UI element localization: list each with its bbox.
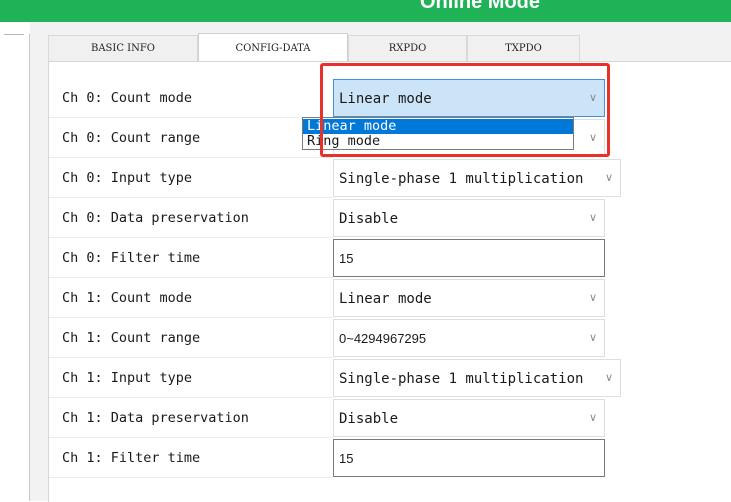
tab-basic-info[interactable]: BASIC INFO [48, 35, 198, 61]
select-value: Disable [339, 211, 399, 227]
config-row-ch0-count-mode: Ch 0: Count mode Linear mode ∨ [49, 78, 731, 118]
config-row-ch1-input-type: Ch 1: Input type Single-phase 1 multipli… [49, 358, 731, 398]
config-row-ch1-data-preservation: Ch 1: Data preservation Disable ∨ [49, 398, 731, 438]
left-strip [0, 22, 30, 501]
chevron-down-icon: ∨ [588, 211, 598, 224]
ch1-input-type-select[interactable]: Single-phase 1 multiplication ∨ [333, 359, 621, 397]
ch1-count-range-select[interactable]: 0~4294967295 ∨ [333, 319, 605, 357]
chevron-down-icon: ∨ [588, 291, 598, 304]
select-value: 0~4294967295 [339, 331, 427, 346]
row-label: Ch 0: Data preservation [62, 210, 249, 226]
row-label: Ch 0: Count range [62, 130, 201, 146]
divider [4, 34, 24, 35]
dropdown-option-linear-mode[interactable]: Linear mode [303, 119, 573, 134]
tab-bar: BASIC INFO CONFIG-DATA RXPDO TXPDO [48, 33, 731, 63]
tab-config-data[interactable]: CONFIG-DATA [198, 33, 348, 63]
input-value: 15 [339, 251, 354, 266]
select-value: Linear mode [339, 91, 432, 107]
ch0-data-preservation-select[interactable]: Disable ∨ [333, 199, 605, 237]
row-label: Ch 1: Count range [62, 330, 201, 346]
chevron-down-icon: ∨ [604, 171, 614, 184]
ch0-filter-time-input[interactable]: 15 [333, 239, 605, 277]
header-title: Online Mode [420, 0, 540, 13]
row-label: Ch 0: Input type [62, 170, 193, 186]
select-value: Single-phase 1 multiplication [339, 171, 584, 187]
chevron-down-icon: ∨ [588, 331, 598, 344]
select-value: Single-phase 1 multiplication [339, 371, 584, 387]
config-row-ch0-data-preservation: Ch 0: Data preservation Disable ∨ [49, 198, 731, 238]
config-row-ch1-count-mode: Ch 1: Count mode Linear mode ∨ [49, 278, 731, 318]
row-label: Ch 1: Data preservation [62, 410, 249, 426]
ch0-count-mode-select[interactable]: Linear mode ∨ [333, 79, 605, 117]
tab-rxpdo[interactable]: RXPDO [348, 35, 467, 61]
row-label: Ch 1: Filter time [62, 450, 201, 466]
chevron-down-icon: ∨ [588, 411, 598, 424]
ch0-input-type-select[interactable]: Single-phase 1 multiplication ∨ [333, 159, 621, 197]
main-content: BASIC INFO CONFIG-DATA RXPDO TXPDO Ch 0:… [30, 22, 731, 502]
chevron-down-icon: ∨ [588, 131, 598, 144]
tab-txpdo[interactable]: TXPDO [467, 35, 580, 61]
input-value: 15 [339, 451, 354, 466]
ch1-count-mode-select[interactable]: Linear mode ∨ [333, 279, 605, 317]
dropdown-option-ring-mode[interactable]: Ring mode [303, 134, 573, 149]
config-row-ch0-input-type: Ch 0: Input type Single-phase 1 multipli… [49, 158, 731, 198]
select-value: Disable [339, 411, 399, 427]
select-value: Linear mode [339, 291, 432, 307]
ch1-data-preservation-select[interactable]: Disable ∨ [333, 399, 605, 437]
config-row-ch1-filter-time: Ch 1: Filter time 15 [49, 438, 731, 478]
row-label: Ch 0: Count mode [62, 90, 193, 106]
app-header: Online Mode [0, 0, 731, 22]
config-row-ch0-filter-time: Ch 0: Filter time 15 [49, 238, 731, 278]
row-label: Ch 1: Count mode [62, 290, 193, 306]
row-label: Ch 0: Filter time [62, 250, 201, 266]
chevron-down-icon: ∨ [588, 91, 598, 104]
count-mode-dropdown-list: Linear mode Ring mode [302, 117, 574, 150]
config-row-ch1-count-range: Ch 1: Count range 0~4294967295 ∨ [49, 318, 731, 358]
row-label: Ch 1: Input type [62, 370, 193, 386]
ch1-filter-time-input[interactable]: 15 [333, 439, 605, 477]
chevron-down-icon: ∨ [604, 371, 614, 384]
